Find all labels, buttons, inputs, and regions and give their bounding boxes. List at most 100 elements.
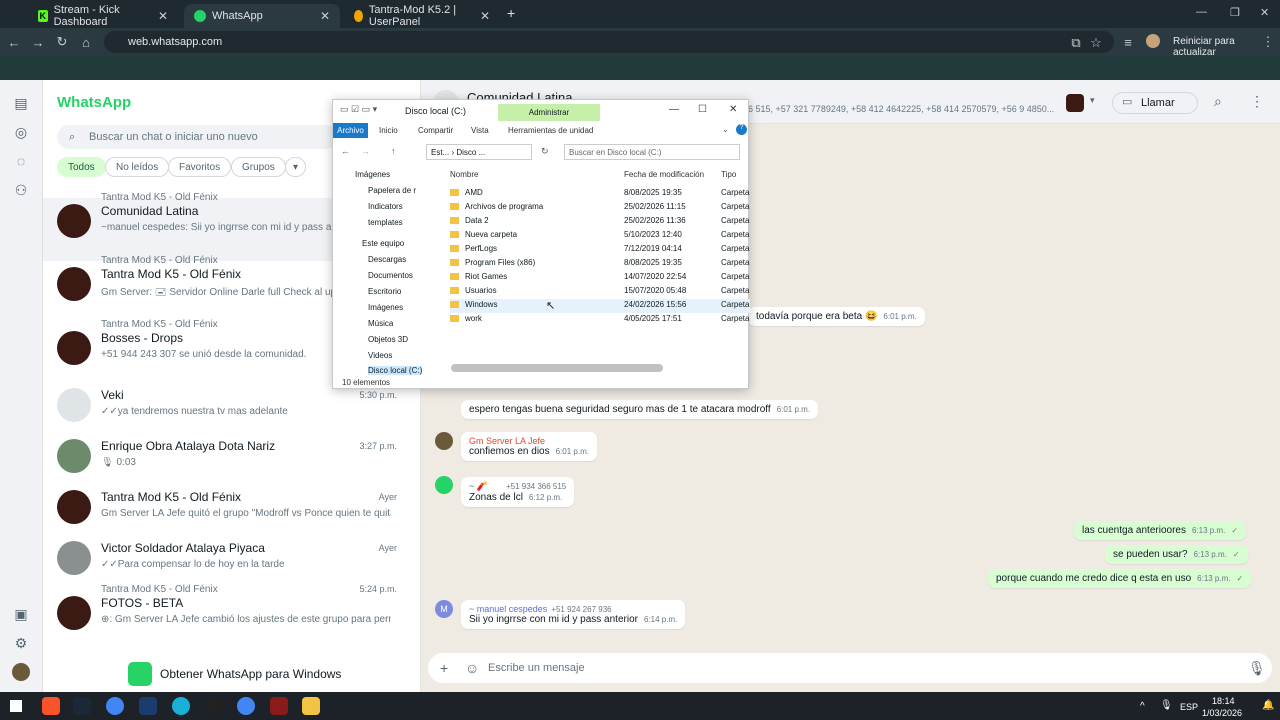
up-icon[interactable]: ↑ xyxy=(391,146,396,156)
quick-access-toolbar[interactable]: ▭ ☑ ▭ ▾ xyxy=(340,104,377,115)
column-header-date[interactable]: Fecha de modificación xyxy=(624,170,704,179)
file-explorer-icon[interactable] xyxy=(302,697,320,715)
minimize-button[interactable]: — xyxy=(1196,6,1207,18)
maximize-button[interactable]: ❐ xyxy=(1230,6,1240,19)
ribbon-context-tab[interactable]: Administrar xyxy=(498,104,600,121)
brave-icon[interactable] xyxy=(42,697,60,715)
media-icon[interactable]: ▣ xyxy=(12,606,30,624)
minimize-button[interactable]: — xyxy=(669,104,679,115)
tab-kick-dashboard[interactable]: K Stream - Kick Dashboard ✕ xyxy=(28,4,178,28)
settings-icon[interactable]: ⚙ xyxy=(12,635,30,653)
close-icon[interactable]: ✕ xyxy=(480,9,490,23)
communities-icon[interactable]: ⚇ xyxy=(12,182,30,200)
nav-item[interactable]: Indicators xyxy=(368,202,403,211)
more-menu-icon[interactable]: ⋮ xyxy=(1256,34,1280,50)
close-window-button[interactable]: ✕ xyxy=(1260,6,1269,19)
filter-todos[interactable]: Todos xyxy=(57,157,106,177)
more-menu-icon[interactable]: ⋮ xyxy=(1250,93,1264,110)
file-row[interactable]: Nueva carpeta 5/10/2023 12:40 Carpeta xyxy=(450,230,750,244)
chat-item[interactable]: Tantra Mod K5 - Old Fénix FOTOS - BETA ⊕… xyxy=(43,584,421,653)
filter-favoritos[interactable]: Favoritos xyxy=(168,157,232,177)
microphone-icon[interactable]: 🎙 xyxy=(1160,700,1173,711)
close-icon[interactable]: ✕ xyxy=(158,9,168,23)
file-row[interactable]: Windows 24/02/2026 15:56 Carpeta xyxy=(450,300,750,314)
nav-item[interactable]: Música xyxy=(368,319,393,328)
ribbon-tab-vista[interactable]: Vista xyxy=(471,126,489,135)
sticker-icon[interactable]: ☺ xyxy=(465,660,479,676)
address-bar[interactable]: web.whatsapp.com xyxy=(104,31,1114,53)
search-input[interactable]: Buscar un chat o iniciar uno nuevo xyxy=(57,125,337,149)
file-row[interactable]: Program Files (x86) 8/08/2025 19:35 Carpet… xyxy=(450,258,750,272)
column-header-type[interactable]: Tipo xyxy=(721,170,736,179)
sender-avatar[interactable]: M xyxy=(435,600,453,618)
nav-item[interactable]: templates xyxy=(368,218,403,227)
search-icon[interactable]: ⌕ xyxy=(1214,93,1222,110)
bookmark-star-icon[interactable]: ☆ xyxy=(1084,35,1108,51)
ribbon-tab-archivo[interactable]: Archivo xyxy=(333,123,368,138)
filter-more-dropdown[interactable]: ▾ xyxy=(285,157,307,177)
file-row[interactable]: AMD 8/08/2025 19:35 Carpeta xyxy=(450,188,750,202)
chrome-icon[interactable] xyxy=(237,697,255,715)
nav-item[interactable]: Este equipo xyxy=(362,239,404,248)
close-icon[interactable]: ✕ xyxy=(320,9,330,23)
nav-item[interactable]: Documentos xyxy=(368,271,413,280)
nav-item[interactable]: Imágenes xyxy=(368,303,403,312)
filter-grupos[interactable]: Grupos xyxy=(231,157,286,177)
file-row[interactable]: Data 2 25/02/2026 11:36 Carpeta xyxy=(450,216,750,230)
forward-icon[interactable]: → xyxy=(361,146,370,156)
windows-start-icon[interactable] xyxy=(10,700,22,712)
community-avatar[interactable] xyxy=(1066,94,1084,112)
forward-icon[interactable]: → xyxy=(26,35,50,50)
app-icon[interactable] xyxy=(139,697,157,715)
ribbon-tab-herramientas[interactable]: Herramientas de unidad xyxy=(508,126,593,135)
app-icon[interactable] xyxy=(172,697,190,715)
new-tab-button[interactable]: + xyxy=(507,5,515,21)
message-input[interactable]: Escribe un mensaje xyxy=(428,653,1272,683)
ribbon-tab-compartir[interactable]: Compartir xyxy=(418,126,453,135)
column-header-name[interactable]: Nombre xyxy=(450,170,478,179)
back-icon[interactable]: ← xyxy=(2,35,26,50)
nav-item[interactable]: Papelera de r xyxy=(368,186,416,195)
explorer-search-input[interactable]: Buscar en Disco local (C:) xyxy=(564,144,740,160)
tray-chevron-icon[interactable]: ^ xyxy=(1140,701,1145,712)
nav-item[interactable]: Descargas xyxy=(368,255,406,264)
file-row[interactable]: PerfLogs 7/12/2019 04:14 Carpeta xyxy=(450,244,750,258)
profile-avatar[interactable] xyxy=(1146,34,1160,48)
nav-item[interactable]: Disco local (C:) xyxy=(368,366,423,375)
nav-item[interactable]: Imágenes xyxy=(355,170,390,179)
obs-icon[interactable] xyxy=(204,697,222,715)
status-icon[interactable]: ◎ xyxy=(12,124,30,142)
nav-item[interactable]: Escritorio xyxy=(368,287,401,296)
attach-plus-icon[interactable]: + xyxy=(440,660,448,676)
reload-icon[interactable]: ↻ xyxy=(50,34,74,50)
back-icon[interactable]: ← xyxy=(341,146,350,156)
reading-list-icon[interactable]: ≡ xyxy=(1116,35,1140,50)
nav-item[interactable]: Videos xyxy=(368,351,392,360)
file-row[interactable]: work 4/05/2025 17:51 Carpeta xyxy=(450,314,750,328)
channels-icon[interactable]: ◌ xyxy=(12,153,30,171)
steam-icon[interactable] xyxy=(73,697,91,715)
clock-date[interactable]: 1/03/2026 xyxy=(1202,708,1242,718)
microphone-icon[interactable]: 🎙 xyxy=(1248,660,1266,677)
notifications-icon[interactable]: 🔔 xyxy=(1262,700,1274,711)
explorer-address-bar[interactable]: Est... › Disco ... xyxy=(426,144,532,160)
language-indicator[interactable]: ESP xyxy=(1180,702,1198,712)
clock-time[interactable]: 18:14 xyxy=(1212,696,1235,706)
chevron-down-icon[interactable]: ⌄ xyxy=(722,125,729,134)
tab-tantra-userpanel[interactable]: Tantra-Mod K5.2 | UserPanel ✕ xyxy=(344,4,500,28)
file-row[interactable]: Usuarios 15/07/2020 05:48 Carpeta xyxy=(450,286,750,300)
close-window-button[interactable]: ✕ xyxy=(729,104,737,115)
help-icon[interactable]: ? xyxy=(736,124,747,135)
nav-item[interactable]: Objetos 3D xyxy=(368,335,408,344)
sender-avatar[interactable] xyxy=(435,432,453,450)
home-icon[interactable]: ⌂ xyxy=(74,35,98,50)
ribbon-tab-inicio[interactable]: Inicio xyxy=(379,126,398,135)
sender-avatar[interactable] xyxy=(435,476,453,494)
refresh-icon[interactable]: ↻ xyxy=(541,146,549,157)
maximize-button[interactable]: ☐ xyxy=(698,104,707,115)
filter-no-leidos[interactable]: No leídos xyxy=(105,157,170,177)
file-row[interactable]: Archivos de programa 25/02/2026 11:15 Carp… xyxy=(450,202,750,216)
profile-avatar[interactable] xyxy=(12,663,30,681)
chrome-icon[interactable] xyxy=(106,697,124,715)
get-windows-app-link[interactable]: Obtener WhatsApp para Windows xyxy=(128,662,341,686)
